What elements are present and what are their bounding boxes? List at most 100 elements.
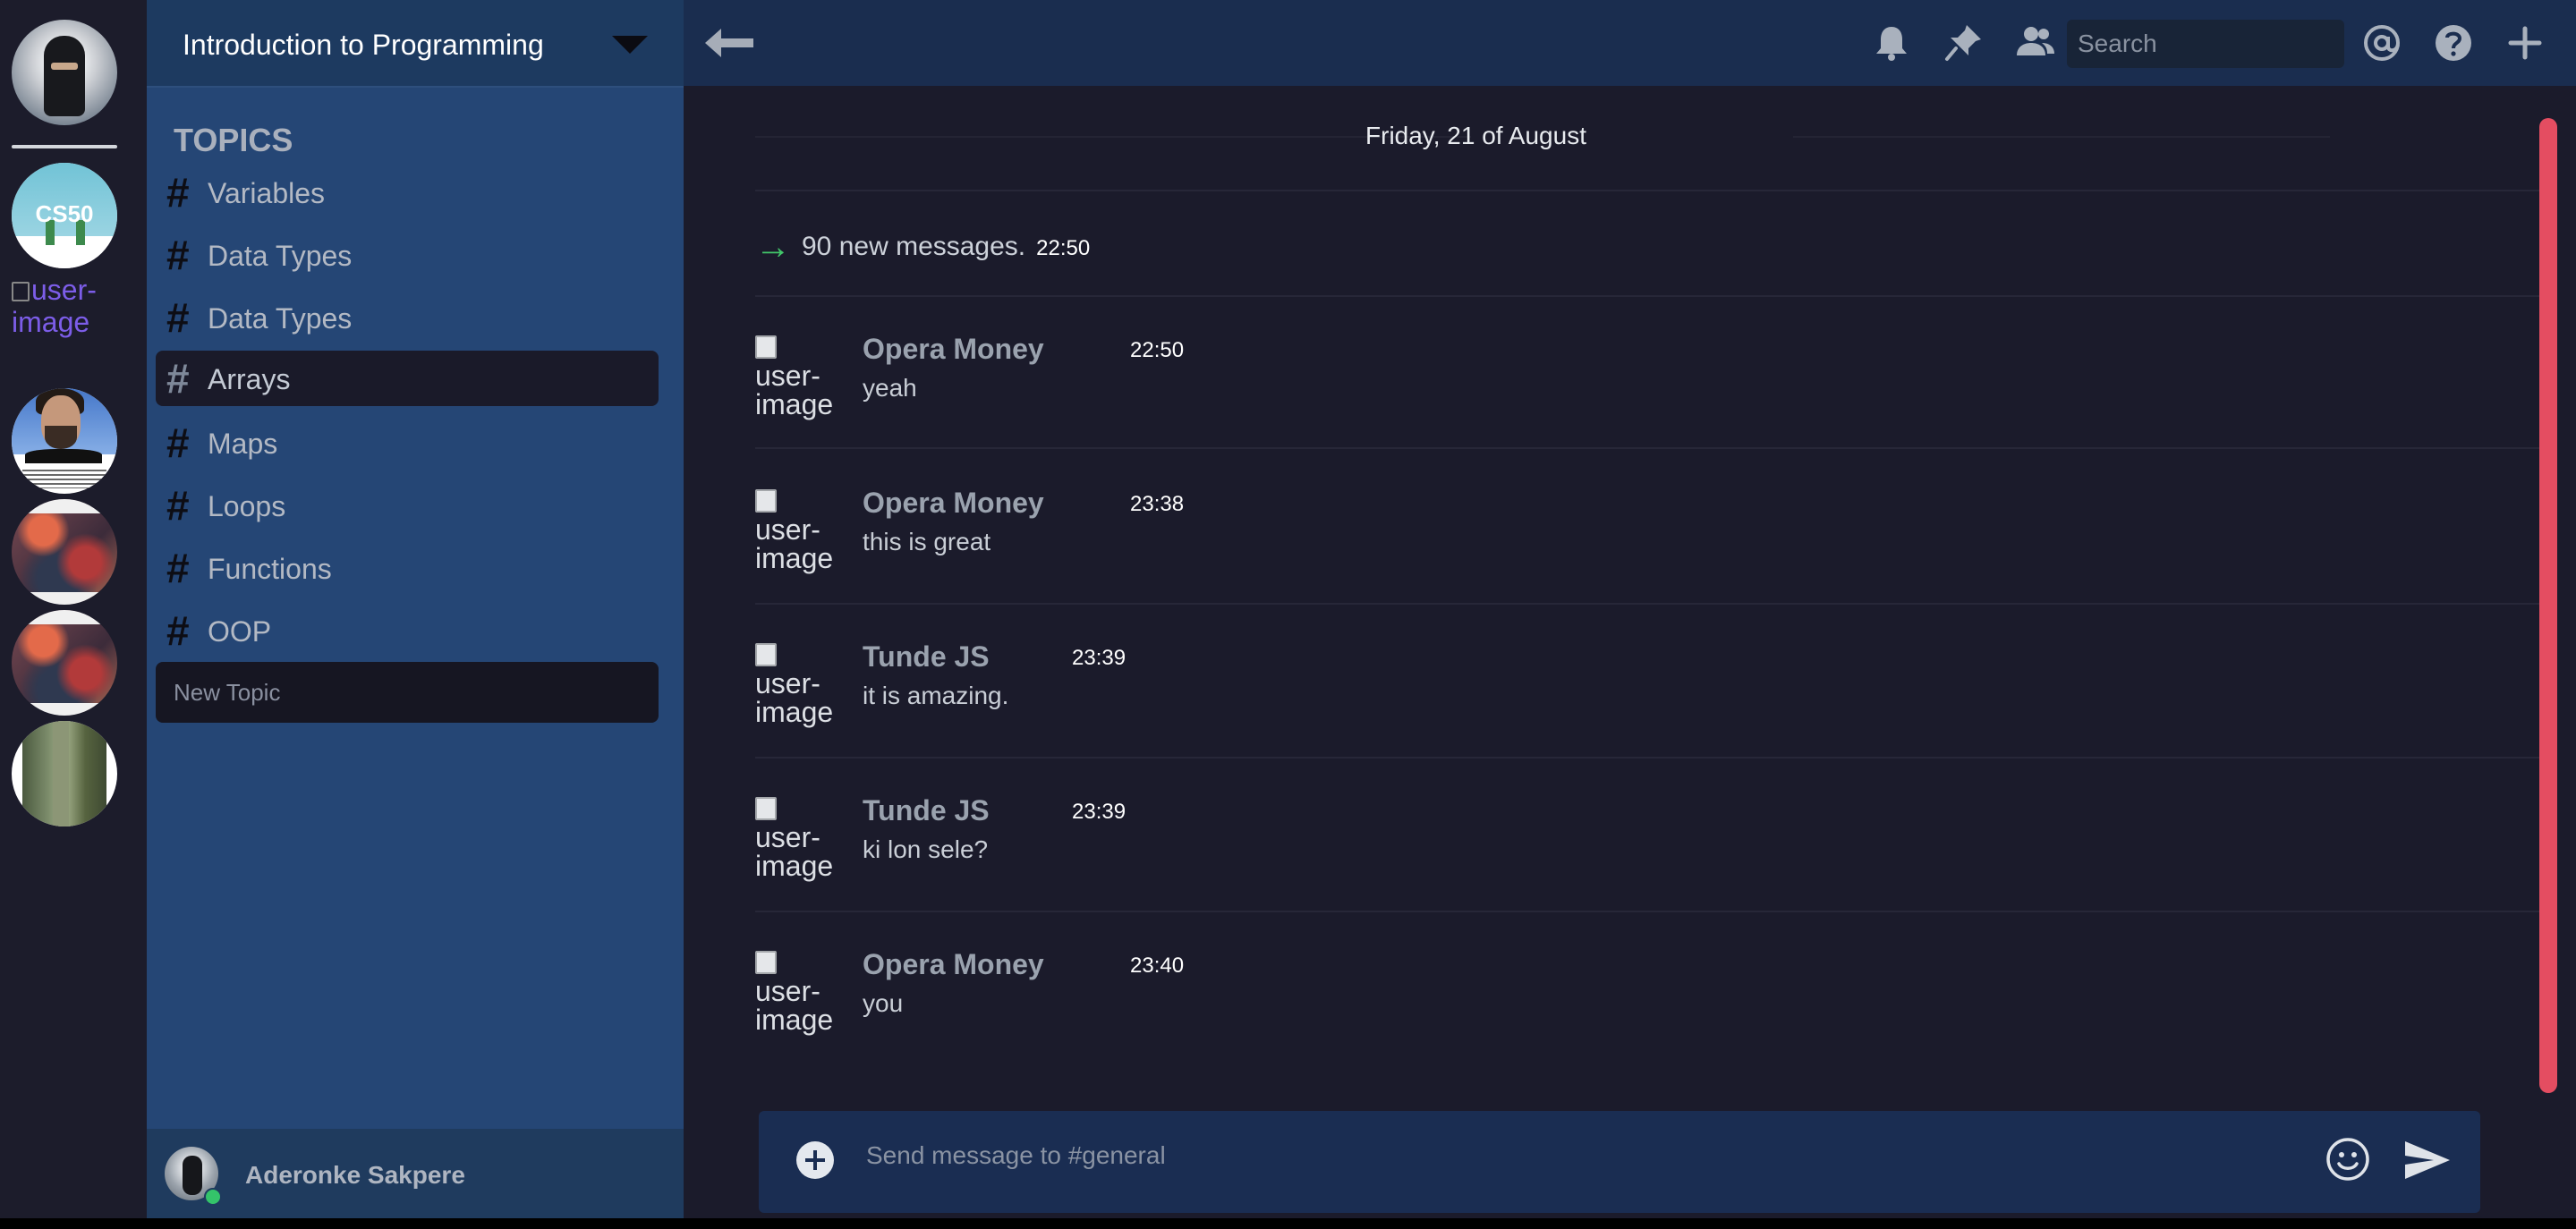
- new-messages-time: 22:50: [1036, 236, 1091, 260]
- topic-arrays[interactable]: # Arrays: [156, 351, 659, 406]
- topic-data-types[interactable]: # Data Types: [156, 227, 659, 283]
- server-avatar-group-2[interactable]: [12, 610, 117, 716]
- hash-icon: #: [166, 294, 190, 341]
- emoji-icon[interactable]: [2325, 1136, 2371, 1182]
- add-attachment-button[interactable]: [796, 1141, 834, 1179]
- avatar[interactable]: user-image: [755, 640, 841, 739]
- message-body: ki lon sele?: [863, 835, 989, 863]
- topic-label: Arrays: [208, 363, 291, 395]
- server-rail: CS50 user-image: [0, 0, 147, 1218]
- members-icon[interactable]: [2013, 21, 2056, 64]
- top-bar: [684, 0, 2576, 86]
- message-author[interactable]: Tunde JS: [863, 794, 990, 827]
- user-name: Aderonke Sakpere: [245, 1161, 465, 1189]
- message-author[interactable]: Opera Money: [863, 948, 1044, 981]
- avatar[interactable]: user-image: [755, 794, 841, 893]
- hash-icon: #: [166, 545, 190, 591]
- server-broken-image[interactable]: user-image: [12, 274, 137, 338]
- broken-image-icon: [755, 643, 777, 666]
- broken-image-icon: [755, 335, 777, 359]
- new-messages-text: 90 new messages.: [802, 232, 1026, 261]
- user-panel: Aderonke Sakpere: [147, 1129, 684, 1218]
- message-author[interactable]: Opera Money: [863, 333, 1044, 366]
- divider: [755, 190, 2545, 191]
- message-body: this is great: [863, 528, 991, 555]
- message-composer: [759, 1111, 2480, 1213]
- hash-icon: #: [166, 607, 190, 654]
- topic-oop[interactable]: # OOP: [156, 603, 659, 658]
- hash-icon: #: [166, 482, 190, 529]
- server-avatar-profile[interactable]: [12, 20, 117, 125]
- topic-label: Data Types: [208, 240, 353, 272]
- hash-icon: #: [166, 169, 190, 216]
- date-divider: Friday, 21 of August: [1365, 122, 1586, 149]
- course-title: Introduction to Programming: [183, 29, 544, 61]
- server-avatar-cs50[interactable]: CS50: [12, 163, 117, 268]
- message-time: 23:39: [1072, 800, 1126, 824]
- broken-image-icon: [755, 489, 777, 513]
- caret-down-icon[interactable]: [612, 36, 648, 54]
- rail-divider: [12, 145, 117, 148]
- server-avatar-quote[interactable]: [12, 388, 117, 494]
- broken-image-icon: [12, 282, 30, 301]
- topic-label: OOP: [208, 615, 272, 648]
- topic-label: Maps: [208, 428, 278, 460]
- topics-sidebar: Introduction to Programming TOPICS # Var…: [147, 0, 684, 1218]
- message-item: user-image Opera Money 23:38 this is gre…: [755, 487, 2455, 594]
- avatar[interactable]: user-image: [755, 948, 841, 1047]
- search-input[interactable]: [2067, 20, 2344, 68]
- plus-icon[interactable]: [2504, 21, 2546, 64]
- send-icon[interactable]: [2402, 1138, 2452, 1182]
- topic-label: Functions: [208, 553, 332, 585]
- topic-functions[interactable]: # Functions: [156, 540, 659, 596]
- bell-icon[interactable]: [1870, 21, 1913, 64]
- hash-icon: #: [166, 355, 190, 402]
- at-icon[interactable]: [2360, 21, 2403, 64]
- help-icon[interactable]: [2432, 21, 2475, 64]
- hash-icon: #: [166, 420, 190, 466]
- message-author[interactable]: Opera Money: [863, 487, 1044, 520]
- new-messages-banner[interactable]: → 90 new messages. 22:50: [755, 227, 1090, 267]
- scrollbar[interactable]: [2539, 118, 2557, 1093]
- broken-image-icon: [755, 797, 777, 820]
- message-time: 22:50: [1130, 338, 1185, 362]
- pin-icon[interactable]: [1942, 21, 1985, 64]
- avatar[interactable]: user-image: [755, 333, 841, 431]
- divider: [755, 757, 2545, 759]
- hash-icon: #: [166, 232, 190, 278]
- message-author[interactable]: Tunde JS: [863, 640, 990, 674]
- topic-label: Variables: [208, 177, 326, 209]
- topic-variables[interactable]: # Variables: [156, 165, 659, 220]
- message-body: you: [863, 989, 904, 1017]
- server-avatar-forest[interactable]: [12, 721, 117, 826]
- back-arrow-icon[interactable]: [701, 23, 755, 63]
- message-item: user-image Opera Money 22:50 yeah: [755, 333, 2455, 440]
- arrow-right-icon: →: [755, 227, 791, 267]
- topic-label: Data Types: [208, 302, 353, 335]
- online-status-icon: [204, 1188, 222, 1206]
- divider: [755, 295, 2545, 297]
- message-item: user-image Tunde JS 23:39 it is amazing.: [755, 640, 2455, 748]
- topics-heading: TOPICS: [174, 122, 293, 158]
- topic-label: Loops: [208, 490, 286, 522]
- divider: [755, 603, 2545, 605]
- server-avatar-group-1[interactable]: [12, 499, 117, 605]
- avatar[interactable]: user-image: [755, 487, 841, 585]
- message-time: 23:40: [1130, 954, 1185, 978]
- broken-image-icon: [755, 951, 777, 974]
- chat-pane: Friday, 21 of August → 90 new messages. 22…: [684, 0, 2576, 1218]
- divider: [755, 447, 2545, 449]
- new-topic-input[interactable]: New Topic: [156, 662, 659, 723]
- message-body: it is amazing.: [863, 682, 1009, 709]
- message-input[interactable]: [864, 1132, 2317, 1179]
- topic-loops[interactable]: # Loops: [156, 478, 659, 533]
- message-item: user-image Tunde JS 23:39 ki lon sele?: [755, 794, 2455, 902]
- topic-maps[interactable]: # Maps: [156, 415, 659, 470]
- message-time: 23:38: [1130, 492, 1185, 516]
- message-body: yeah: [863, 374, 917, 402]
- message-item: user-image Opera Money 23:40 you: [755, 948, 2455, 1055]
- message-time: 23:39: [1072, 646, 1126, 670]
- topic-data-types-2[interactable]: # Data Types: [156, 290, 659, 345]
- divider: [755, 911, 2545, 912]
- course-header[interactable]: Introduction to Programming: [147, 0, 684, 88]
